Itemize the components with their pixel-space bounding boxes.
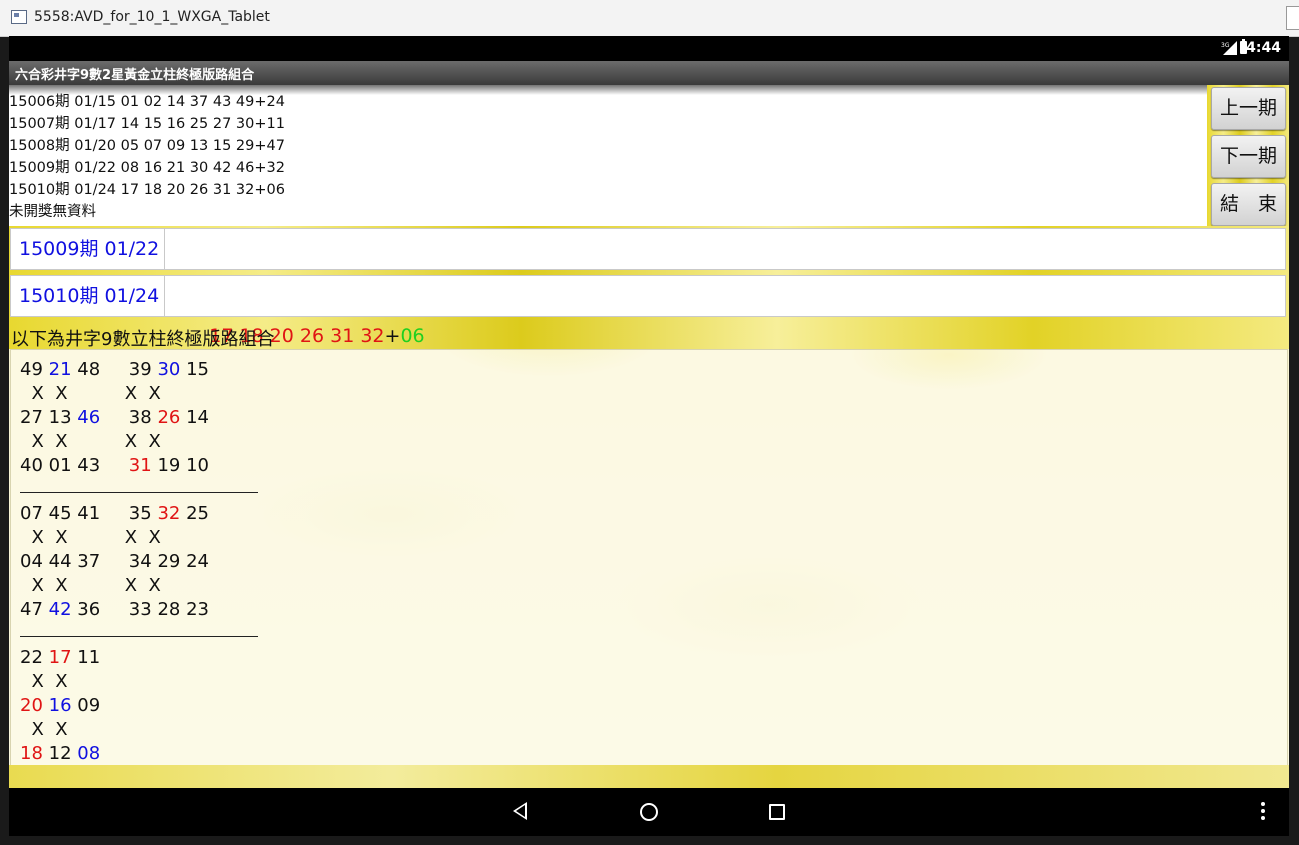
- combination-number: 39: [128, 359, 152, 380]
- combination-number: 47: [20, 599, 43, 620]
- group-divider: [20, 492, 258, 493]
- combination-list[interactable]: 49 21 48 39 30 15 X X X X 27 13 46 38 26 …: [10, 349, 1288, 788]
- combination-number: 27: [20, 407, 43, 428]
- signal-icon: 3G: [1221, 41, 1237, 55]
- cross-marks: X X X X: [20, 383, 161, 404]
- recent-apps-icon[interactable]: [769, 804, 785, 820]
- draw-period-cell: 15010期 01/24: [10, 275, 169, 317]
- combination-number: 15: [186, 359, 209, 380]
- combination-number: 34: [128, 551, 152, 572]
- cross-marks: X X X X: [20, 575, 161, 596]
- section-title: 以下為井字9數立柱終極版路組合: [11, 329, 275, 350]
- combination-row: 40 01 43 31 19 10: [20, 454, 209, 478]
- combination-row: 18 12 08: [20, 742, 100, 766]
- combination-number: 38: [128, 407, 152, 428]
- home-icon[interactable]: [640, 803, 658, 821]
- cross-marks: X X: [20, 671, 68, 692]
- combination-row: 47 42 36 33 28 23: [20, 598, 209, 622]
- combination-number: 41: [77, 503, 101, 524]
- navigation-bar: [9, 788, 1289, 836]
- emulator-app-icon: [11, 10, 27, 24]
- history-list[interactable]: 15006期 01/15 01 02 14 37 43 49+24 15007期…: [9, 85, 1207, 227]
- combination-number: 25: [186, 503, 209, 524]
- draw-numbers-cell: 17 18 20 26 31 32+06: [164, 275, 1286, 347]
- combination-number: 21: [48, 359, 72, 380]
- combination-number: 36: [77, 599, 101, 620]
- combination-number: 13: [48, 407, 72, 428]
- main-content: 15006期 01/15 01 02 14 37 43 49+24 15007期…: [9, 85, 1289, 788]
- combination-number: 04: [20, 551, 43, 572]
- combination-number: 18: [20, 743, 43, 764]
- combination-number: 43: [77, 455, 101, 476]
- cross-marks: X X X X: [20, 431, 161, 452]
- history-line: 15007期 01/17 14 15 16 25 27 30+11: [9, 116, 285, 132]
- combination-row: 22 17 11: [20, 646, 100, 670]
- combination-row: 04 44 37 34 29 24: [20, 550, 209, 574]
- window-title: 5558:AVD_for_10_1_WXGA_Tablet: [34, 9, 270, 25]
- combination-number: 30: [157, 359, 181, 380]
- combination-number: 35: [128, 503, 152, 524]
- combination-number: 48: [77, 359, 101, 380]
- combination-number: 10: [186, 455, 209, 476]
- combination-number: 42: [48, 599, 72, 620]
- history-line: 15010期 01/24 17 18 20 26 31 32+06: [9, 182, 285, 198]
- cross-marks: X X: [20, 719, 68, 740]
- history-line: 15009期 01/22 08 16 21 30 42 46+32: [9, 160, 285, 176]
- combination-number: 09: [77, 695, 101, 716]
- combination-number: 07: [20, 503, 43, 524]
- network-type-label: 3G: [1221, 42, 1230, 49]
- next-period-button[interactable]: 下一期: [1211, 135, 1286, 178]
- history-line: 15008期 01/20 05 07 09 13 15 29+47: [9, 138, 285, 154]
- combination-number: 19: [157, 455, 181, 476]
- status-bar: 3G 4:44: [9, 36, 1289, 61]
- draw-numbers-cell: 08 16 21 30 42 46+32: [164, 228, 1286, 300]
- combination-row: 07 45 41 35 32 25: [20, 502, 209, 526]
- cross-marks: X X X X: [20, 527, 161, 548]
- combination-number: 40: [20, 455, 43, 476]
- combination-number: 26: [157, 407, 181, 428]
- window-titlebar: 5558:AVD_for_10_1_WXGA_Tablet: [0, 0, 1299, 37]
- combination-number: 49: [20, 359, 43, 380]
- combination-number: 01: [48, 455, 72, 476]
- app-title: 六合彩井字9數2星黃金立柱終極版路組合: [15, 68, 255, 83]
- prev-period-button[interactable]: 上一期: [1211, 87, 1286, 130]
- combination-number: 32: [157, 503, 181, 524]
- combination-number: 24: [186, 551, 209, 572]
- combination-number: 14: [186, 407, 209, 428]
- history-line: 未開獎無資料: [9, 204, 96, 220]
- combination-number: 37: [77, 551, 101, 572]
- draw-period-cell: 15009期 01/22: [10, 228, 169, 270]
- action-bar: 六合彩井字9數2星黃金立柱終極版路組合: [9, 61, 1289, 85]
- combination-row: 20 16 09: [20, 694, 100, 718]
- combination-row: 49 21 48 39 30 15: [20, 358, 209, 382]
- combination-number: 33: [128, 599, 152, 620]
- combination-number: 22: [20, 647, 43, 668]
- combination-number: 29: [157, 551, 181, 572]
- window-close-button[interactable]: [1286, 6, 1299, 30]
- marquee-notice: 以上9個號碼立柱為27注，共5組立柱組合牌組，全部為135注。其中藍色為當期獎號…: [9, 765, 1289, 788]
- end-button[interactable]: 結 束: [1211, 183, 1286, 226]
- combination-number: 17: [48, 647, 72, 668]
- back-icon[interactable]: [513, 802, 527, 820]
- draw-number-segment: 06: [400, 325, 425, 347]
- android-screen: 3G 4:44 六合彩井字9數2星黃金立柱終極版路組合 15006期 01/15…: [9, 36, 1289, 836]
- combination-number: 44: [48, 551, 72, 572]
- combination-number: 46: [77, 407, 101, 428]
- combination-number: 23: [186, 599, 209, 620]
- combination-number: 45: [48, 503, 72, 524]
- combination-number: 20: [20, 695, 43, 716]
- combination-number: 31: [128, 455, 152, 476]
- status-clock: 4:44: [1246, 40, 1281, 56]
- group-divider: [20, 636, 258, 637]
- combination-number: 16: [48, 695, 72, 716]
- overflow-menu-icon[interactable]: [1261, 802, 1265, 822]
- history-line: 15006期 01/15 01 02 14 37 43 49+24: [9, 94, 285, 110]
- combination-number: 11: [77, 647, 101, 668]
- combination-number: 08: [77, 743, 101, 764]
- combination-number: 12: [48, 743, 72, 764]
- draw-number-segment: +: [384, 325, 401, 347]
- combination-row: 27 13 46 38 26 14: [20, 406, 209, 430]
- combination-number: 28: [157, 599, 181, 620]
